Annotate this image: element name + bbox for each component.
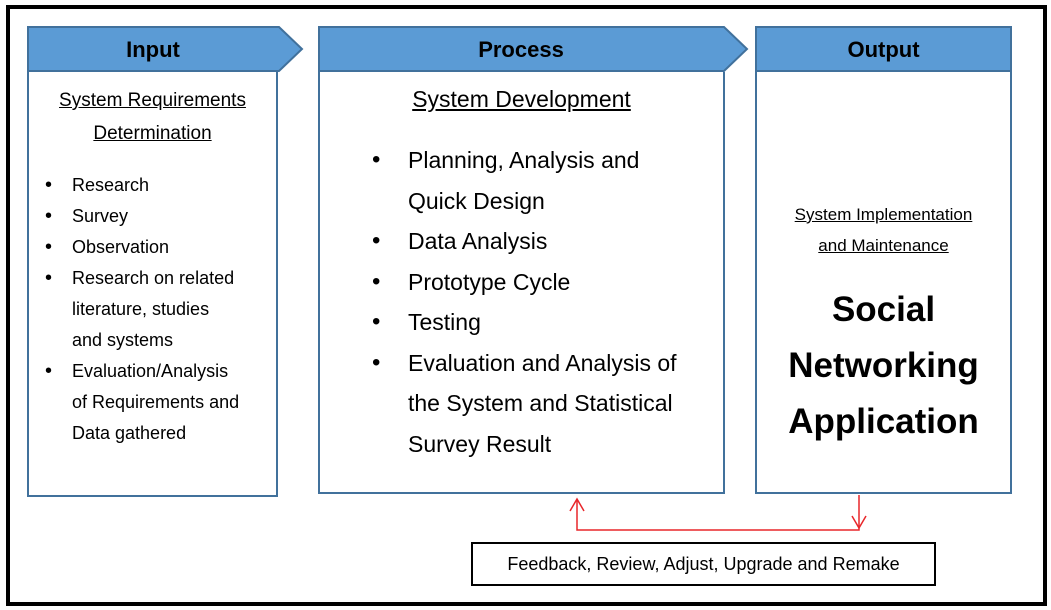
feedback-box: Feedback, Review, Adjust, Upgrade and Re… [471,542,936,586]
feedback-loop-connector [569,495,867,531]
feedback-loop-line [576,495,860,531]
